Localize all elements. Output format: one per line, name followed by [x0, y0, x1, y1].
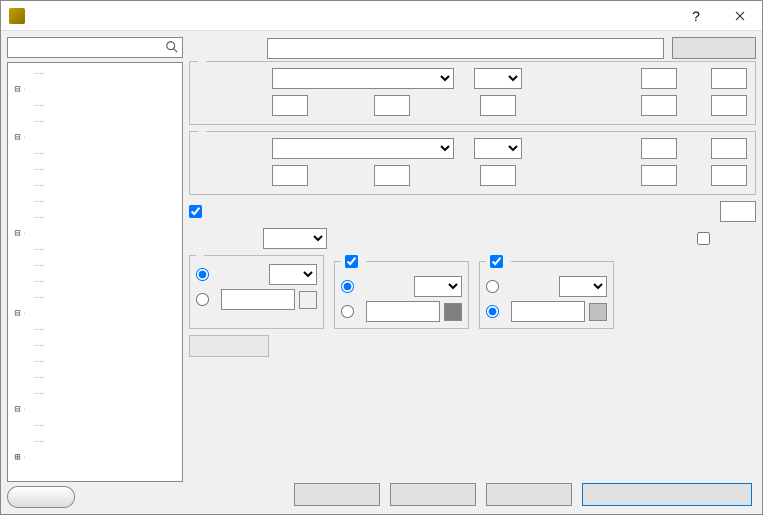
tree-item-tasks[interactable]: ····: [8, 97, 182, 113]
preview-frame-group: [334, 255, 469, 329]
thumb-font-size[interactable]: [474, 68, 522, 89]
thumb-imgsize[interactable]: [272, 95, 308, 116]
tree-item-colors[interactable]: ····: [8, 161, 182, 177]
max-zoom-select[interactable]: [263, 228, 327, 249]
color-groups: [189, 255, 756, 329]
settings-tree[interactable]: ···· ⊟· ···· ···· ⊟· ···· ···· ···· ····…: [7, 62, 183, 482]
tiles-x1[interactable]: [641, 138, 677, 159]
tiles-x2[interactable]: [641, 165, 677, 186]
tiles-font-size[interactable]: [474, 138, 522, 159]
apply-button: [189, 335, 269, 357]
titlebar: ?: [1, 1, 762, 31]
cur-rgb-input[interactable]: [511, 301, 585, 322]
tree-item-features[interactable]: ⊟·: [8, 129, 182, 145]
tree-item-paste[interactable]: ····: [8, 369, 182, 385]
cur-swatch[interactable]: [589, 303, 607, 321]
body: ···· ⊟· ···· ···· ⊟· ···· ···· ···· ····…: [1, 31, 762, 514]
export-button[interactable]: [672, 37, 756, 59]
footer: [189, 477, 756, 508]
cur-coloridx-radio[interactable]: [486, 280, 499, 293]
current-frame-checkbox[interactable]: [490, 255, 503, 268]
tree-item-mouse[interactable]: ····: [8, 337, 182, 353]
thumb-font-select[interactable]: [272, 68, 454, 89]
bg-coloridx-radio[interactable]: [196, 268, 209, 281]
tree-item-startup[interactable]: ⊟·: [8, 81, 182, 97]
tree-item-text-cursor[interactable]: ····: [8, 145, 182, 161]
search-wrap: [7, 37, 183, 58]
load-previews-checkbox[interactable]: [189, 205, 202, 218]
tree-item-mark-copy[interactable]: ····: [8, 353, 182, 369]
tree-item-far-macros[interactable]: ····: [8, 417, 182, 433]
tiles-lpad[interactable]: [374, 165, 410, 186]
thumb-y1[interactable]: [711, 68, 747, 89]
tree-item-comspec[interactable]: ····: [8, 257, 182, 273]
tree-item-integration[interactable]: ⊟·: [8, 225, 182, 241]
main-row: ···· ⊟· ···· ···· ⊟· ···· ···· ···· ····…: [7, 37, 756, 508]
cur-rgb-radio[interactable]: [486, 305, 499, 318]
donate-button[interactable]: [7, 486, 75, 508]
tiles-font-select[interactable]: [272, 138, 454, 159]
frame-swatch[interactable]: [444, 303, 462, 321]
tree-item-keys-macro[interactable]: ⊟·: [8, 305, 182, 321]
tree-item-environment[interactable]: ····: [8, 113, 182, 129]
bg-swatch[interactable]: [299, 291, 317, 309]
tree-item-transparency[interactable]: ····: [8, 177, 182, 193]
thumb-y2[interactable]: [711, 95, 747, 116]
tree-item-update[interactable]: ····: [8, 65, 182, 81]
search-icon[interactable]: [165, 40, 179, 54]
frame-rgb-input[interactable]: [366, 301, 440, 322]
right-pane: [189, 37, 756, 508]
thumb-x2[interactable]: [641, 95, 677, 116]
tree-item-children-gui[interactable]: ····: [8, 273, 182, 289]
preview-frame-legend: [341, 255, 366, 268]
storage-row: [189, 37, 756, 59]
tree-item-highlight[interactable]: ····: [8, 385, 182, 401]
settings-window: ? ···· ⊟· ···· ···· ⊟· ···· ····: [0, 0, 763, 515]
bg-rgb-radio[interactable]: [196, 293, 209, 306]
restore-check[interactable]: [697, 232, 714, 245]
tree-item-info[interactable]: ⊞·: [8, 449, 182, 465]
save-settings-button[interactable]: [582, 483, 752, 506]
tiles-y2[interactable]: [711, 165, 747, 186]
thumb-x1[interactable]: [641, 68, 677, 89]
tree-item-far-manager[interactable]: ⊟·: [8, 401, 182, 417]
frame-coloridx-select[interactable]: [414, 276, 462, 297]
tree-item-status-bar[interactable]: ····: [8, 193, 182, 209]
restore-checkbox[interactable]: [697, 232, 710, 245]
load-previews-check[interactable]: [189, 205, 206, 218]
bg-rgb-input[interactable]: [221, 289, 295, 310]
tiles-group: [189, 131, 756, 195]
bg-coloridx-select[interactable]: [269, 264, 317, 285]
app-icon: [9, 8, 25, 24]
import-button[interactable]: [486, 483, 572, 506]
thumbnails-group: [189, 61, 756, 125]
tree-item-ansi[interactable]: ····: [8, 289, 182, 305]
close-button[interactable]: [718, 1, 762, 31]
thumb-vpad[interactable]: [374, 95, 410, 116]
storage-input[interactable]: [267, 38, 664, 59]
help-button[interactable]: ?: [674, 1, 718, 31]
tree-item-keyboard[interactable]: ····: [8, 321, 182, 337]
close-icon: [735, 11, 745, 21]
preview-bg-group: [189, 255, 324, 329]
frame-coloridx-radio[interactable]: [341, 280, 354, 293]
frame-rgb-radio[interactable]: [341, 305, 354, 318]
search-input[interactable]: [7, 37, 183, 58]
tiles-imgsize[interactable]: [272, 165, 308, 186]
preview-frame-checkbox[interactable]: [345, 255, 358, 268]
reset-button[interactable]: [294, 483, 380, 506]
tree-item-panel-views[interactable]: ····: [8, 433, 182, 449]
loading-timeout[interactable]: [720, 201, 756, 222]
cur-coloridx-select[interactable]: [559, 276, 607, 297]
tree-item-default-term[interactable]: ····: [8, 241, 182, 257]
tree-item-app-distinct[interactable]: ····: [8, 209, 182, 225]
thumb-hpad[interactable]: [480, 95, 516, 116]
tiles-rpad[interactable]: [480, 165, 516, 186]
reload-button[interactable]: [390, 483, 476, 506]
current-frame-group: [479, 255, 614, 329]
left-pane: ···· ⊟· ···· ···· ⊟· ···· ···· ···· ····…: [7, 37, 183, 508]
tiles-y1[interactable]: [711, 138, 747, 159]
current-frame-legend: [486, 255, 511, 268]
